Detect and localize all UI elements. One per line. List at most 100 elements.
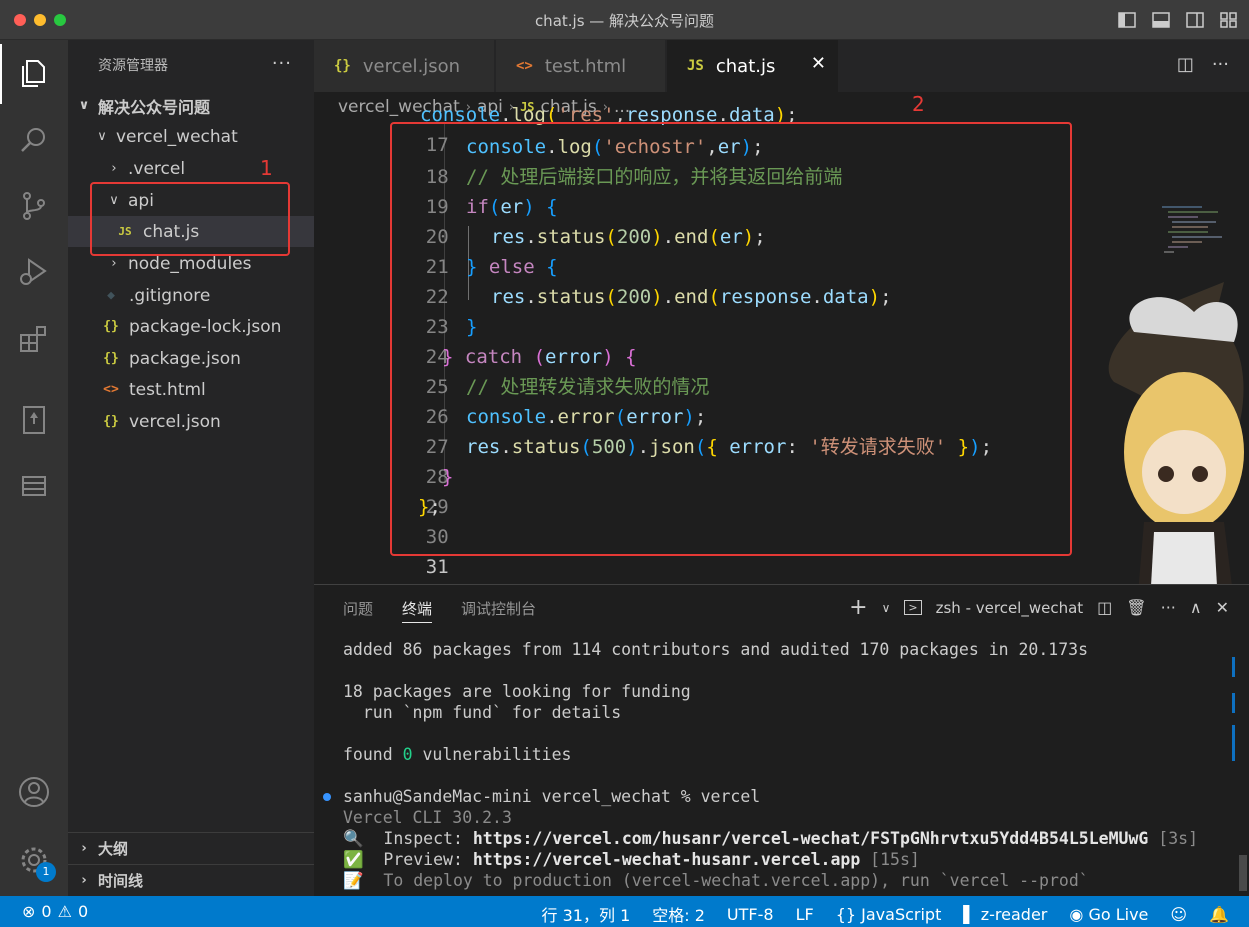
timeline-label: 时间线 bbox=[98, 871, 144, 890]
broadcast-icon: ◉ bbox=[1069, 904, 1084, 924]
terminal-prompt: sanhu@SandeMac-mini vercel_wechat % verc… bbox=[323, 786, 1233, 807]
json-file-icon: {} bbox=[103, 414, 119, 429]
tree-item-vercel-json[interactable]: {} vercel.json bbox=[68, 406, 314, 437]
tree-item-test-html[interactable]: <> test.html bbox=[68, 374, 314, 405]
inspect-link[interactable]: https://vercel.com/husanr/vercel-wechat/… bbox=[473, 829, 1149, 848]
run-debug-icon[interactable] bbox=[0, 242, 68, 302]
bell-icon[interactable]: 🔔 bbox=[1209, 905, 1229, 924]
close-panel-icon[interactable]: ✕ bbox=[1216, 598, 1229, 617]
explorer-title: 资源管理器 bbox=[98, 58, 168, 74]
explorer-icon[interactable] bbox=[0, 44, 68, 104]
tree-item-label: .vercel bbox=[128, 158, 186, 179]
terminal-name[interactable]: zsh - vercel_wechat bbox=[936, 599, 1084, 617]
tab-bar: {} vercel.json <> test.html JS chat.js ✕… bbox=[314, 40, 1249, 92]
cursor-position[interactable]: 行 31，列 1 bbox=[542, 902, 631, 926]
status-right: 行 31，列 1 空格: 2 UTF-8 LF {} JavaScript ▌ … bbox=[542, 902, 1229, 926]
chevron-down-icon: ∨ bbox=[78, 98, 90, 113]
chevron-right-icon: › bbox=[81, 872, 87, 888]
tree-item-label: .gitignore bbox=[129, 285, 211, 306]
preview-link[interactable]: https://vercel-wechat-husanr.vercel.app bbox=[473, 850, 860, 869]
terminal-line: 📝 To deploy to production (vercel-wechat… bbox=[343, 871, 1089, 890]
magnifier-icon: 🔍 bbox=[343, 829, 364, 848]
annotation-label-2: 2 bbox=[912, 92, 925, 116]
terminal-scrollbar[interactable] bbox=[1239, 855, 1247, 891]
tree-item-workspace[interactable]: ∨ 解决公众号问题 bbox=[68, 90, 314, 121]
chevron-right-icon: › bbox=[111, 161, 117, 176]
layout-controls bbox=[1117, 10, 1239, 30]
timeline-section[interactable]: › 时间线 bbox=[68, 864, 314, 895]
terminal-line: added 86 packages from 114 contributors … bbox=[343, 640, 1089, 659]
language-mode[interactable]: {} JavaScript bbox=[836, 905, 942, 924]
tab-terminal[interactable]: 终端 bbox=[402, 585, 433, 631]
tree-item-label: vercel.json bbox=[129, 411, 221, 432]
javascript-file-icon: JS bbox=[687, 58, 704, 74]
git-file-icon: ◆ bbox=[107, 288, 115, 303]
search-icon[interactable] bbox=[0, 110, 68, 170]
tab-label: vercel.json bbox=[362, 55, 461, 77]
customize-layout-icon[interactable] bbox=[1219, 10, 1239, 30]
json-file-icon: {} bbox=[334, 58, 351, 74]
feedback-icon[interactable]: ☺ bbox=[1170, 905, 1187, 924]
tab-problems[interactable]: 问题 bbox=[343, 585, 373, 631]
new-terminal-icon[interactable]: + bbox=[849, 595, 867, 620]
tree-item-dot-vercel[interactable]: › .vercel bbox=[68, 153, 314, 184]
go-live-button[interactable]: ◉ Go Live bbox=[1069, 905, 1148, 924]
scrollbar-marker bbox=[1232, 657, 1235, 677]
extensions-icon[interactable] bbox=[0, 308, 68, 368]
end-of-line[interactable]: LF bbox=[796, 905, 814, 924]
status-bar: ⊗ 0 ⚠ 0 行 31，列 1 空格: 2 UTF-8 LF {} JavaS… bbox=[0, 896, 1249, 927]
trash-icon[interactable]: 🗑 bbox=[1126, 598, 1146, 617]
tree-item-vercel-wechat[interactable]: ∨ vercel_wechat bbox=[68, 121, 314, 152]
toggle-sidebar-icon[interactable] bbox=[1117, 10, 1137, 30]
tree-item-package-lock-json[interactable]: {} package-lock.json bbox=[68, 311, 314, 342]
terminal-output[interactable]: added 86 packages from 114 contributors … bbox=[323, 639, 1233, 891]
minimap[interactable] bbox=[1162, 204, 1242, 264]
tab-debug-console[interactable]: 调试控制台 bbox=[461, 585, 536, 631]
more-actions-icon[interactable]: ··· bbox=[272, 53, 292, 74]
chevron-right-icon: › bbox=[111, 256, 117, 271]
indentation[interactable]: 空格: 2 bbox=[652, 902, 705, 926]
tab-label: test.html bbox=[544, 55, 627, 77]
database-icon[interactable] bbox=[0, 456, 68, 516]
split-terminal-icon[interactable]: ◫ bbox=[1097, 598, 1112, 617]
source-control-icon[interactable] bbox=[0, 176, 68, 236]
tree-item-label: package-lock.json bbox=[129, 316, 282, 337]
chevron-down-icon[interactable]: ∨ bbox=[882, 601, 891, 615]
encoding[interactable]: UTF-8 bbox=[727, 905, 774, 924]
json-file-icon: {} bbox=[103, 319, 119, 334]
split-editor-icon[interactable]: ◫ bbox=[1177, 54, 1194, 75]
book-icon: ▌ bbox=[963, 904, 976, 924]
tab-label: chat.js bbox=[715, 55, 776, 77]
warning-count: 0 bbox=[77, 902, 89, 921]
title-bar: chat.js — 解决公众号问题 bbox=[0, 0, 1249, 40]
account-icon[interactable] bbox=[0, 762, 68, 822]
tab-test-html[interactable]: <> test.html bbox=[496, 40, 666, 92]
more-actions-icon[interactable]: ··· bbox=[1161, 598, 1176, 617]
error-icon: ⊗ bbox=[22, 902, 36, 921]
chevron-right-icon: › bbox=[81, 840, 87, 856]
settings-gear-icon[interactable] bbox=[0, 830, 68, 890]
terminal-line: 🔍 Inspect: https://vercel.com/husanr/ver… bbox=[343, 829, 1199, 848]
tree-item-label: node_modules bbox=[128, 253, 252, 274]
outline-section[interactable]: › 大纲 bbox=[68, 832, 314, 863]
problems-status[interactable]: ⊗ 0 ⚠ 0 bbox=[22, 902, 88, 921]
tab-vercel-json[interactable]: {} vercel.json bbox=[314, 40, 495, 92]
tree-item-gitignore[interactable]: ◆ .gitignore bbox=[68, 280, 314, 311]
terminal-line: run `npm fund` for details bbox=[343, 703, 622, 722]
annotation-box-1 bbox=[90, 182, 290, 256]
tree-item-package-json[interactable]: {} package.json bbox=[68, 343, 314, 374]
maximize-panel-icon[interactable]: ∧ bbox=[1190, 598, 1202, 617]
tab-chat-js[interactable]: JS chat.js ✕ bbox=[667, 40, 839, 92]
terminal-line: ✅ Preview: https://vercel-wechat-husanr.… bbox=[343, 850, 920, 869]
outline-label: 大纲 bbox=[98, 839, 129, 858]
code-editor[interactable]: 17 console.log('res',response.data); 18 co… bbox=[314, 104, 1249, 584]
z-reader-status[interactable]: ▌ z-reader bbox=[963, 905, 1047, 924]
activity-bar: 1 bbox=[0, 40, 68, 896]
toggle-panel-icon[interactable] bbox=[1151, 10, 1171, 30]
bookmark-icon[interactable] bbox=[0, 390, 68, 450]
terminal-line: 18 packages are looking for funding bbox=[343, 682, 691, 701]
warning-icon: ⚠ bbox=[57, 902, 72, 921]
close-tab-icon[interactable]: ✕ bbox=[811, 53, 826, 74]
toggle-secondary-sidebar-icon[interactable] bbox=[1185, 10, 1205, 30]
more-actions-icon[interactable]: ··· bbox=[1212, 54, 1229, 75]
